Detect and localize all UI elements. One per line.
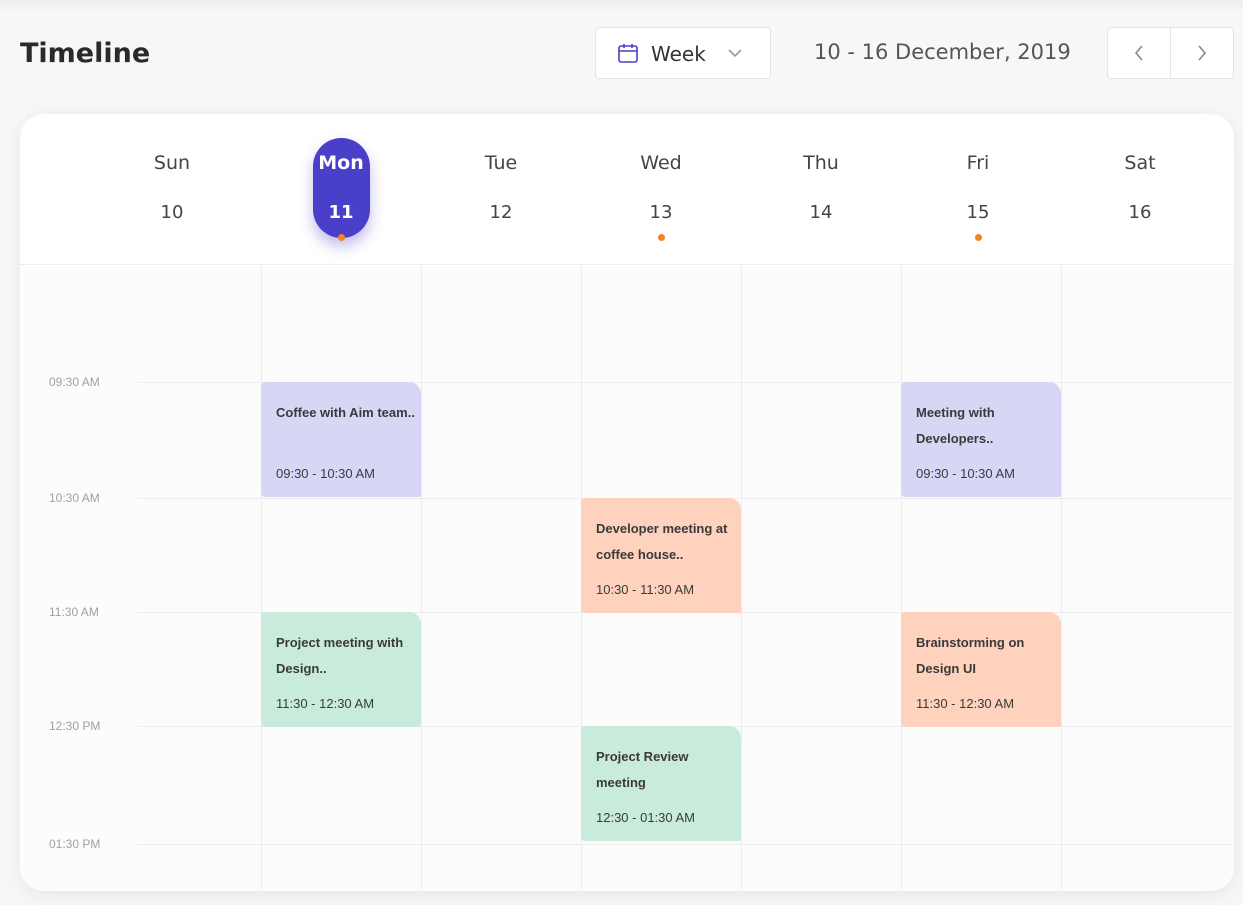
event-indicator-dot <box>974 234 982 241</box>
date-range-label: 10 - 16 December, 2019 <box>814 40 1071 64</box>
day-number: 13 <box>649 202 673 223</box>
page-header: Timeline Week 10 - 16 December, 2019 <box>0 0 1243 100</box>
grid-column-divider <box>261 266 262 891</box>
day-number: 16 <box>1128 202 1152 223</box>
chevron-down-icon <box>728 49 742 58</box>
event-indicator-dot <box>337 234 345 241</box>
event-card[interactable]: Project meeting with Design.. 11:30 - 12:… <box>261 612 421 727</box>
event-indicator-dot <box>657 234 665 241</box>
day-name: Fri <box>966 152 990 174</box>
event-title: Coffee with Aim team.. <box>276 405 415 420</box>
event-card[interactable]: Coffee with Aim team.. 09:30 - 10:30 AM <box>261 382 421 497</box>
event-title: Project meeting with Design.. <box>276 635 404 676</box>
page-title: Timeline <box>20 38 151 69</box>
grid-row-divider <box>138 844 1234 845</box>
day-number: 12 <box>489 202 513 223</box>
day-column-header-fri[interactable]: Fri 15 <box>898 114 1058 265</box>
day-column-header-mon[interactable]: Mon 11 <box>261 114 421 265</box>
day-number: 10 <box>160 202 184 223</box>
time-label: 10:30 AM <box>49 491 100 505</box>
grid-column-divider <box>1061 266 1062 891</box>
event-title: Brainstorming on Design UI <box>916 635 1025 676</box>
day-name: Sat <box>1124 152 1156 174</box>
day-column-header-tue[interactable]: Tue 12 <box>421 114 581 265</box>
event-time: 11:30 - 12:30 AM <box>276 696 375 711</box>
next-week-button[interactable] <box>1170 28 1233 78</box>
event-card[interactable]: Developer meeting at coffee house.. 10:30… <box>581 498 741 613</box>
chevron-left-icon <box>1134 45 1143 61</box>
timeline-calendar: Sun 10 Mon 11 Tue 12 Wed 13 Thu 14 Fri 15 Sat 16 09:3… <box>20 114 1234 891</box>
view-select-value: Week <box>651 42 706 66</box>
event-title: Developer meeting at coffee house.. <box>596 521 728 562</box>
event-card[interactable]: Project Review meeting 12:30 - 01:30 AM <box>581 726 741 841</box>
grid-column-divider <box>421 266 422 891</box>
day-number: 15 <box>966 202 990 223</box>
time-grid: 09:30 AM 10:30 AM 11:30 AM 12:30 PM 01:30 PM… <box>20 266 1234 891</box>
event-time: 11:30 - 12:30 AM <box>916 696 1015 711</box>
event-time: 09:30 - 10:30 AM <box>276 466 376 481</box>
time-label: 11:30 AM <box>49 605 99 619</box>
week-navigation <box>1107 27 1234 79</box>
day-header-row: Sun 10 Mon 11 Tue 12 Wed 13 Thu 14 Fri 15 Sat 16 <box>20 114 1234 265</box>
day-column-header-sat[interactable]: Sat 16 <box>1060 114 1220 265</box>
day-name: Wed <box>640 152 682 174</box>
event-time: 12:30 - 01:30 AM <box>596 810 696 825</box>
calendar-icon <box>618 44 638 63</box>
day-name: Tue <box>484 152 518 174</box>
event-card[interactable]: Brainstorming on Design UI 11:30 - 12:30 … <box>901 612 1061 727</box>
day-number: 11 <box>328 202 354 223</box>
chevron-right-icon <box>1198 45 1207 61</box>
day-number: 14 <box>809 202 833 223</box>
event-title: Meeting with Developers.. <box>916 405 995 446</box>
day-name: Mon <box>318 152 364 174</box>
day-name: Thu <box>803 152 839 174</box>
previous-week-button[interactable] <box>1108 28 1170 78</box>
day-column-header-thu[interactable]: Thu 14 <box>741 114 901 265</box>
event-card[interactable]: Meeting with Developers.. 09:30 - 10:30 A… <box>901 382 1061 497</box>
time-label: 09:30 AM <box>49 375 100 389</box>
time-label: 12:30 PM <box>49 719 101 733</box>
view-select-dropdown[interactable]: Week <box>595 27 771 79</box>
event-time: 10:30 - 11:30 AM <box>596 582 695 597</box>
day-name: Sun <box>153 152 191 174</box>
time-label: 01:30 PM <box>49 837 101 851</box>
day-column-header-sun[interactable]: Sun 10 <box>92 114 252 265</box>
event-title: Project Review meeting <box>596 749 689 790</box>
day-column-header-wed[interactable]: Wed 13 <box>581 114 741 265</box>
event-time: 09:30 - 10:30 AM <box>916 466 1016 481</box>
grid-column-divider <box>741 266 742 891</box>
grid-column-divider <box>901 266 902 891</box>
